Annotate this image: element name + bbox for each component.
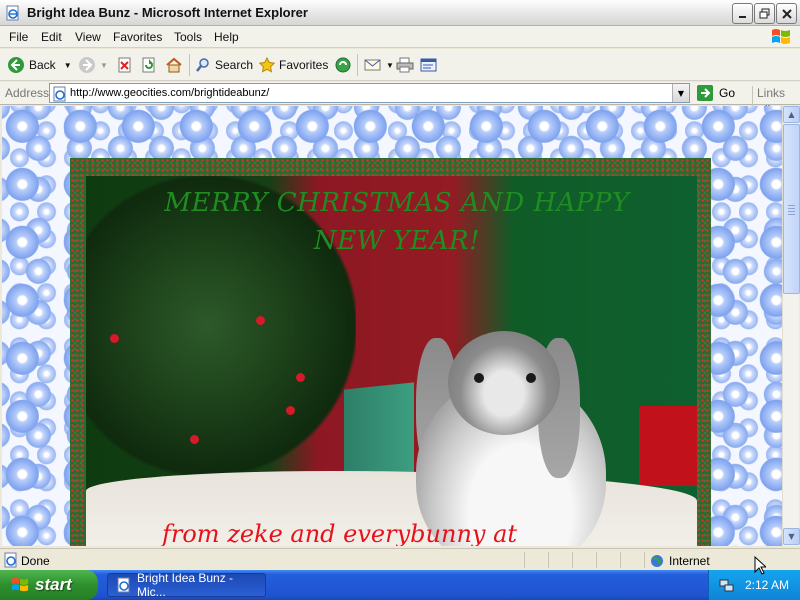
chevron-down-icon: ▼ (677, 88, 685, 98)
address-dropdown-button[interactable]: ▼ (672, 84, 689, 102)
status-bar: Done Internet (0, 548, 800, 570)
address-field[interactable]: ▼ (49, 83, 690, 103)
edit-page-icon (420, 58, 437, 72)
windows-logo-icon (11, 577, 29, 592)
go-button[interactable]: Go (696, 84, 735, 102)
address-bar: Address ▼ Go Links » (0, 82, 800, 114)
restore-icon (759, 8, 770, 19)
start-button[interactable]: start (0, 570, 98, 600)
window-title: Bright Idea Bunz - Microsoft Internet Ex… (27, 5, 308, 20)
restore-button[interactable] (754, 3, 775, 24)
star-icon (259, 57, 275, 73)
globe-icon (651, 555, 663, 567)
printer-icon (396, 57, 414, 73)
forward-arrow-icon (79, 57, 95, 73)
ie-page-icon (117, 577, 130, 593)
mouse-cursor-icon (754, 556, 766, 575)
menu-bar: File Edit View Favorites Tools Help (0, 26, 800, 48)
back-label: Back (29, 58, 56, 72)
network-icon[interactable] (719, 577, 735, 593)
ie-page-icon (6, 5, 19, 21)
menu-tools[interactable]: Tools (174, 30, 202, 44)
go-arrow-icon (697, 85, 713, 101)
mail-icon (364, 59, 381, 71)
go-label: Go (719, 86, 736, 100)
forward-dropdown-icon[interactable]: ▼ (100, 61, 108, 70)
greeting-line-2: NEW YEAR! (313, 226, 481, 256)
back-button[interactable]: Back ▼ (7, 54, 72, 76)
home-button[interactable] (165, 54, 187, 76)
stop-button[interactable] (117, 54, 137, 76)
clock[interactable]: 2:12 AM (745, 578, 789, 592)
greeting-text: MERRY CHRISTMAS AND HAPPY NEW YEAR! (97, 184, 697, 260)
media-icon (335, 57, 351, 73)
back-dropdown-icon[interactable]: ▼ (64, 61, 72, 70)
menu-help[interactable]: Help (214, 30, 239, 44)
bunny-head (448, 331, 560, 435)
media-button[interactable] (334, 54, 356, 76)
arrow-down-icon: ▼ (788, 532, 795, 541)
mail-button[interactable]: ▼ (364, 54, 394, 76)
red-gift-box (639, 406, 697, 486)
minimize-button[interactable] (732, 3, 753, 24)
zone-label: Internet (669, 554, 710, 568)
windows-logo-icon (772, 29, 790, 44)
green-gift-box (344, 382, 414, 485)
edit-page-button[interactable] (420, 54, 442, 76)
menu-file[interactable]: File (9, 30, 28, 44)
print-button[interactable] (396, 54, 418, 76)
back-arrow-icon (8, 57, 24, 73)
url-input[interactable] (70, 85, 670, 101)
taskbar: start Bright Idea Bunz - Mic... 2:12 AM (0, 570, 800, 600)
ie-page-icon (53, 86, 66, 102)
favorites-button[interactable]: Favorites (259, 54, 328, 76)
vertical-scrollbar[interactable]: ▲ ▼ (782, 106, 800, 546)
status-text: Done (21, 554, 50, 568)
search-icon (196, 58, 209, 72)
links-label: Links (757, 86, 786, 100)
taskbar-window-label: Bright Idea Bunz - Mic... (137, 571, 234, 599)
search-button[interactable]: Search (195, 54, 253, 76)
start-label: start (35, 575, 72, 594)
refresh-icon (142, 57, 155, 73)
arrow-up-icon: ▲ (788, 110, 795, 119)
close-icon (781, 8, 792, 19)
scroll-up-button[interactable]: ▲ (783, 106, 800, 123)
title-bar[interactable]: Bright Idea Bunz - Microsoft Internet Ex… (0, 0, 800, 26)
minimize-icon (738, 15, 746, 18)
favorites-label: Favorites (279, 58, 329, 72)
security-zone[interactable]: Internet (650, 554, 710, 568)
page-viewport[interactable]: MERRY CHRISTMAS AND HAPPY NEW YEAR! from… (2, 106, 782, 546)
address-label: Address (5, 86, 50, 100)
stop-icon (118, 57, 131, 73)
home-icon (166, 57, 182, 73)
ie-window: Bright Idea Bunz - Microsoft Internet Ex… (0, 0, 800, 570)
menu-favorites[interactable]: Favorites (113, 30, 162, 44)
mail-dropdown-icon[interactable]: ▼ (386, 61, 394, 70)
ie-page-icon (4, 552, 17, 568)
greeting-line-1: MERRY CHRISTMAS AND HAPPY (164, 188, 630, 218)
search-label: Search (215, 58, 254, 72)
refresh-button[interactable] (141, 54, 161, 76)
scroll-down-button[interactable]: ▼ (783, 528, 800, 545)
close-button[interactable] (776, 3, 797, 24)
forward-button[interactable]: ▼ (78, 54, 108, 76)
from-text: from zeke and everybunny at (162, 520, 518, 546)
standard-toolbar: Back ▼ ▼ Search Favorites ▼ (0, 49, 800, 81)
menu-view[interactable]: View (75, 30, 101, 44)
taskbar-ie-window[interactable]: Bright Idea Bunz - Mic... (107, 571, 266, 599)
scroll-thumb[interactable] (783, 124, 800, 294)
menu-edit[interactable]: Edit (41, 30, 62, 44)
